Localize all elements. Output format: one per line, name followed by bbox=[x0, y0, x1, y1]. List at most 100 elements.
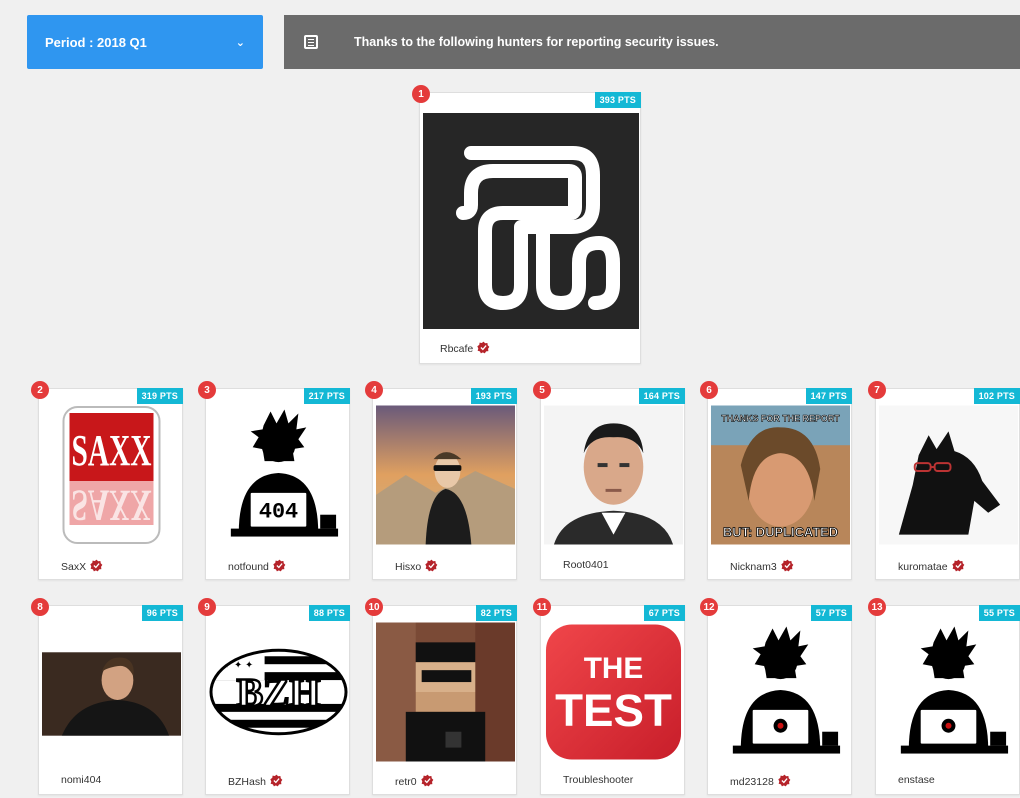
avatar bbox=[423, 113, 639, 329]
hunter-name[interactable]: Nicknam3 bbox=[730, 559, 794, 575]
points-badge: 102 PTS bbox=[973, 388, 1020, 404]
hunter-name-text: Hisxo bbox=[395, 561, 422, 573]
hunter-name[interactable]: enstase bbox=[898, 774, 935, 786]
avatar bbox=[42, 622, 181, 762]
avatar bbox=[376, 405, 515, 545]
points-badge: 147 PTS bbox=[805, 388, 852, 404]
points-badge: 393 PTS bbox=[594, 92, 641, 108]
svg-text:TEST: TEST bbox=[555, 685, 672, 736]
hunter-name[interactable]: notfound bbox=[228, 559, 286, 575]
hunter-name-text: enstase bbox=[898, 774, 935, 786]
svg-text:BUT: DUPLICATED: BUT: DUPLICATED bbox=[723, 525, 838, 540]
verified-badge-icon bbox=[477, 341, 490, 357]
rank-badge: 1 bbox=[412, 85, 430, 103]
hunter-name-text: nomi404 bbox=[61, 774, 102, 786]
period-select[interactable]: Period : 2018 Q1 ⌄ bbox=[27, 15, 263, 69]
rank-badge: 7 bbox=[868, 381, 886, 399]
hunter-name[interactable]: Root0401 bbox=[563, 559, 609, 571]
hunter-name-text: Troubleshooter bbox=[563, 774, 634, 786]
hunter-card[interactable]: 13 55 PTS enstase bbox=[868, 598, 1020, 795]
rank-badge: 8 bbox=[31, 598, 49, 616]
hunter-name-text: Nicknam3 bbox=[730, 561, 777, 573]
points-badge: 88 PTS bbox=[308, 605, 350, 621]
hunter-name[interactable]: BZHash bbox=[228, 774, 283, 790]
avatar: THANKS FOR THE REPORT BUT: DUPLICATED bbox=[711, 405, 850, 545]
hunter-card[interactable]: 7 102 PTS kuromatae bbox=[868, 381, 1020, 580]
points-badge: 319 PTS bbox=[136, 388, 183, 404]
hunter-name-text: Rbcafe bbox=[440, 343, 474, 355]
banner-text: Thanks to the following hunters for repo… bbox=[354, 35, 719, 49]
rank-badge: 5 bbox=[533, 381, 551, 399]
hunter-card[interactable]: 2 319 PTS SAXX SAXX SaxX bbox=[31, 381, 183, 580]
verified-badge-icon bbox=[420, 774, 434, 790]
hunter-card[interactable]: 10 82 PTS retr0 bbox=[365, 598, 517, 795]
hunter-card[interactable]: 12 57 PTS md23128 bbox=[700, 598, 852, 795]
avatar bbox=[711, 622, 850, 762]
verified-badge-icon bbox=[951, 559, 965, 575]
avatar: SAXX SAXX bbox=[42, 405, 181, 545]
hunter-card[interactable]: 4 193 PTS Hisxo bbox=[365, 381, 517, 580]
hunter-name[interactable]: SaxX bbox=[61, 559, 103, 575]
hunter-card[interactable]: 5 164 PTS Root0401 bbox=[533, 381, 685, 580]
verified-badge-icon bbox=[90, 559, 103, 575]
chevron-down-icon: ⌄ bbox=[235, 36, 245, 49]
hunter-name-text: kuromatae bbox=[898, 561, 948, 573]
svg-text:THANKS FOR THE REPORT: THANKS FOR THE REPORT bbox=[721, 413, 840, 423]
points-badge: 217 PTS bbox=[303, 388, 350, 404]
svg-text:THE: THE bbox=[584, 652, 644, 685]
rank-badge: 12 bbox=[700, 598, 718, 616]
points-badge: 57 PTS bbox=[810, 605, 852, 621]
avatar bbox=[544, 405, 683, 545]
notes-icon bbox=[304, 35, 318, 49]
verified-badge-icon bbox=[273, 559, 286, 575]
verified-badge-icon bbox=[778, 774, 791, 790]
verified-badge-icon bbox=[781, 559, 794, 575]
points-badge: 55 PTS bbox=[978, 605, 1020, 621]
rank-badge: 11 bbox=[533, 598, 551, 616]
rank-badge: 3 bbox=[198, 381, 216, 399]
avatar: THE TEST bbox=[544, 622, 683, 762]
svg-text:SAXX: SAXX bbox=[72, 426, 152, 475]
hunter-card[interactable]: 8 96 PTS nomi404 bbox=[31, 598, 183, 795]
hunter-name-text: SaxX bbox=[61, 561, 87, 573]
hunter-card[interactable]: 6 147 PTS THANKS FOR THE REPORT BUT: DUPL… bbox=[700, 381, 852, 580]
svg-text:BZH: BZH bbox=[237, 671, 321, 715]
hunter-name[interactable]: Hisxo bbox=[395, 559, 438, 575]
hunter-name[interactable]: kuromatae bbox=[898, 559, 965, 575]
rank-badge: 13 bbox=[868, 598, 886, 616]
hunter-name[interactable]: nomi404 bbox=[61, 774, 101, 786]
points-badge: 193 PTS bbox=[470, 388, 517, 404]
rank-badge: 10 bbox=[365, 598, 383, 616]
hunter-card-top[interactable]: 1 393 PTS Rbcafe bbox=[412, 85, 641, 364]
rank-badge: 6 bbox=[700, 381, 718, 399]
hunter-name[interactable]: Rbcafe bbox=[440, 341, 490, 357]
rank-badge: 4 bbox=[365, 381, 383, 399]
hunter-name[interactable]: Troubleshooter bbox=[563, 774, 633, 786]
hunter-name-text: notfound bbox=[228, 561, 269, 573]
hunter-card[interactable]: 11 67 PTS THE TEST Troubleshooter bbox=[533, 598, 685, 795]
period-label: Period : 2018 Q1 bbox=[45, 34, 147, 50]
rank-badge: 2 bbox=[31, 381, 49, 399]
hunter-name[interactable]: retr0 bbox=[395, 774, 434, 790]
svg-text:SAXX: SAXX bbox=[72, 481, 152, 530]
verified-badge-icon bbox=[425, 559, 438, 575]
avatar: 404 bbox=[209, 405, 348, 545]
avatar bbox=[879, 405, 1018, 545]
points-badge: 82 PTS bbox=[475, 605, 517, 621]
hunter-name-text: BZHash bbox=[228, 776, 266, 788]
rank-badge: 9 bbox=[198, 598, 216, 616]
avatar bbox=[879, 622, 1018, 762]
avatar bbox=[376, 622, 515, 762]
points-badge: 67 PTS bbox=[643, 605, 685, 621]
hunter-card[interactable]: 3 217 PTS 404 notfound bbox=[198, 381, 350, 580]
verified-badge-icon bbox=[270, 774, 283, 790]
hunter-name[interactable]: md23128 bbox=[730, 774, 791, 790]
avatar: ✦ ✦ ✦ BZH bbox=[209, 622, 348, 762]
info-banner: Thanks to the following hunters for repo… bbox=[284, 15, 1020, 69]
hunter-card[interactable]: 9 88 PTS ✦ ✦ ✦ BZH BZHash bbox=[198, 598, 350, 795]
hunter-name-text: Root0401 bbox=[563, 559, 609, 571]
points-badge: 96 PTS bbox=[141, 605, 183, 621]
points-badge: 164 PTS bbox=[638, 388, 685, 404]
svg-text:404: 404 bbox=[259, 500, 298, 525]
hunter-name-text: retr0 bbox=[395, 776, 417, 788]
